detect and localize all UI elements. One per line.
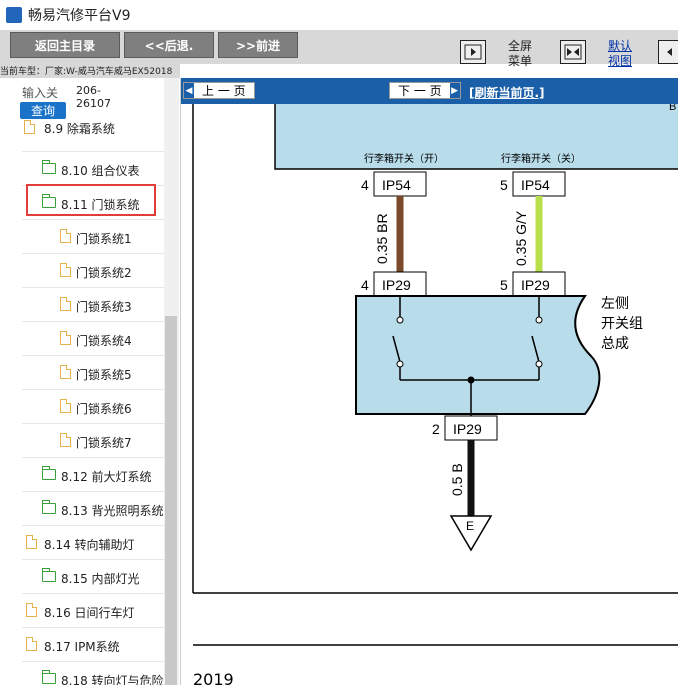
prev-page-button[interactable]: ◀ 上 一 页 [183,82,255,99]
home-button[interactable]: 返回主目录 [10,32,120,58]
folder-icon [24,120,35,134]
document-icon [60,229,71,243]
folder-icon [42,160,56,174]
document-icon [26,637,37,651]
tree-item-8-16[interactable]: 8.16 日间行车灯 [22,594,164,628]
tree-item-door-lock-1[interactable]: 门锁系统1 [22,220,164,254]
title-bar: 畅易汽修平台V9 [0,0,678,31]
corner-label: B [669,104,676,113]
next-page-button[interactable]: 下 一 页 ▶ [389,82,461,99]
tree-item-8-15[interactable]: 8.15 内部灯光 [22,560,164,594]
switch-contact [396,316,404,324]
side-view-icon[interactable] [658,40,678,64]
tree-item-8-10[interactable]: 8.10 组合仪表 [22,152,164,186]
tree-item-door-lock-3[interactable]: 门锁系统3 [22,288,164,322]
pin-label: 5 [500,277,508,293]
pin-label: 5 [500,177,508,193]
connector-label: IP54 [521,177,550,193]
pin-label: 4 [361,277,369,293]
connector-label: IP29 [453,421,482,437]
upper-module-box [274,104,678,170]
fullscreen-label[interactable]: 全屏 菜单 [500,39,540,69]
wiring-diagram: B 行李箱开关（开） 行李箱开关（关） 4 IP54 5 IP54 0.35 B… [192,104,678,646]
wire-label-gy: 0.35 G/Y [513,210,529,266]
switch-contact [535,316,543,324]
tree-item-door-lock-4[interactable]: 门锁系统4 [22,322,164,356]
search-area: 输入关 查询 206- 26107 [0,78,180,122]
tree-item-door-lock-6[interactable]: 门锁系统6 [22,390,164,424]
document-icon [60,263,71,277]
tree-item-door-lock-7[interactable]: 门锁系统7 [22,424,164,458]
tree-item-8-17[interactable]: 8.17 IPM系统 [22,628,164,662]
arrow-left-icon: ◀ [184,83,194,98]
switch-contact [535,360,543,368]
tree-item-8-9[interactable]: 8.9 除霜系统 [22,118,164,152]
component-label: 开关组 [601,316,643,332]
search-label: 输入关 [22,86,59,100]
sidebar-scroll-thumb[interactable] [165,316,177,685]
fullscreen-icon[interactable] [460,40,486,64]
switch-assembly-box [355,295,601,415]
page-year: 2019 [193,670,234,685]
arrow-right-icon: ▶ [449,83,460,98]
sidebar: 输入关 查询 206- 26107 8.9 除霜系统 8.10 组合仪表 8.1… [0,78,181,685]
page-nav-bar: ◀ 上 一 页 下 一 页 ▶ [刷新当前页.] [181,78,678,104]
switch-contact [396,360,404,368]
folder-icon [42,466,56,480]
folder-icon [42,670,56,684]
switch-closed-label: 行李箱开关（关） [501,152,581,165]
connector-label: IP54 [382,177,411,193]
default-view-icon[interactable] [560,40,586,64]
wire-label-br: 0.35 BR [374,213,390,264]
wiring-diagram-area: B 行李箱开关（开） 行李箱开关（关） 4 IP54 5 IP54 0.35 B… [181,104,678,685]
tree-item-8-12[interactable]: 8.12 前大灯系统 [22,458,164,492]
connector-label: IP29 [521,277,550,293]
refresh-page-link[interactable]: [刷新当前页.] [469,84,545,101]
component-label: 总成 [601,336,629,352]
tree-item-8-18[interactable]: 8.18 转向灯与危险 [22,662,164,685]
document-icon [26,603,37,617]
document-icon [60,331,71,345]
selected-item-highlight [26,184,156,216]
app-icon [6,7,22,23]
connector-label: IP29 [382,277,411,293]
search-button[interactable]: 查询 [20,102,66,119]
folder-icon [42,568,56,582]
component-label: 左侧 [601,296,629,312]
document-icon [60,297,71,311]
pin-label: 4 [361,177,369,193]
wire-label-b: 0.5 B [449,463,465,496]
switch-open-label: 行李箱开关（开） [364,152,444,165]
forward-button[interactable]: >>前进 [218,32,298,58]
document-icon [26,535,37,549]
document-icon [60,399,71,413]
back-button[interactable]: <<后退. [124,32,214,58]
document-icon [60,365,71,379]
pin-label: 2 [432,421,440,437]
tree-item-8-14[interactable]: 8.14 转向辅助灯 [22,526,164,560]
tree-item-8-13[interactable]: 8.13 背光照明系统 [22,492,164,526]
current-vehicle: 当前车型：厂家:W-威马汽车威马EX52018 [0,64,180,78]
document-icon [60,433,71,447]
window-title: 畅易汽修平台V9 [28,8,131,24]
tree-item-door-lock-2[interactable]: 门锁系统2 [22,254,164,288]
tree-item-door-lock-5[interactable]: 门锁系统5 [22,356,164,390]
folder-icon [42,500,56,514]
search-input[interactable]: 206- 26107 [76,84,120,114]
default-view-label[interactable]: 默认 视图 [600,39,640,69]
ground-label: E [466,519,474,533]
toolbar: 返回主目录 <<后退. >>前进 全屏 菜单 默认 视图 [0,30,678,68]
